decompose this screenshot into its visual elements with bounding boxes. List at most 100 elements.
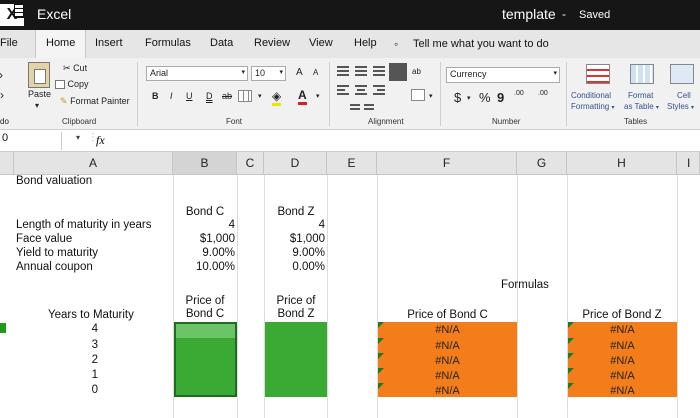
cell-styles-button[interactable]: Cell [677, 91, 691, 100]
label-maturity[interactable]: Length of maturity in years [16, 219, 152, 232]
format-painter-button[interactable]: ✎ Format Painter [60, 96, 130, 107]
bond-c-yield[interactable]: 9.00% [174, 247, 235, 260]
fill-color-icon[interactable]: ◈ [272, 89, 282, 106]
column-header-d[interactable]: D [264, 152, 327, 175]
bond-c-header[interactable]: Bond C [174, 206, 236, 219]
accounting-dropdown-icon[interactable]: ▾ [467, 94, 471, 102]
tab-view[interactable]: View [309, 37, 333, 49]
year-value[interactable]: 4 [14, 323, 98, 336]
tab-help[interactable]: Help [354, 37, 377, 49]
tab-formulas[interactable]: Formulas [145, 37, 191, 49]
bond-z-na-cell[interactable]: #N/A [568, 339, 677, 353]
cell-styles-label[interactable]: Styles ▾ [667, 102, 694, 111]
bond-z-maturity[interactable]: 4 [265, 219, 325, 232]
sheet-title[interactable]: Bond valuation [16, 175, 92, 188]
accounting-format-button[interactable]: $ [454, 90, 461, 105]
bond-c-na-cell[interactable]: #N/A [378, 369, 517, 383]
borders-icon[interactable] [238, 90, 252, 102]
price-bond-c-header-line1[interactable]: Price of [174, 295, 236, 308]
number-format-select[interactable]: Currency ▾ [446, 67, 560, 83]
error-indicator-icon[interactable] [378, 353, 384, 359]
bond-c-na-cell[interactable]: #N/A [378, 354, 517, 368]
error-indicator-icon[interactable] [378, 338, 384, 344]
column-header-c[interactable]: C [237, 152, 264, 175]
column-header-a[interactable]: A [14, 152, 173, 175]
wrap-text-button[interactable]: ab [412, 67, 421, 76]
merge-center-icon[interactable] [411, 89, 425, 101]
year-value[interactable]: 1 [14, 369, 98, 382]
grow-font-button[interactable]: A [296, 67, 303, 78]
bond-c-maturity[interactable]: 4 [174, 219, 235, 232]
paste-dropdown-icon[interactable]: ▾ [35, 101, 39, 110]
formula-input[interactable] [115, 132, 700, 150]
error-indicator-icon[interactable] [568, 383, 574, 389]
formula-bond-c-header[interactable]: Price of Bond C [378, 309, 517, 322]
label-face-value[interactable]: Face value [16, 233, 72, 246]
year-value[interactable]: 2 [14, 354, 98, 367]
error-indicator-icon[interactable] [568, 338, 574, 344]
bond-c-na-cell[interactable]: #N/A [378, 384, 517, 398]
years-to-maturity-header[interactable]: Years to Maturity [48, 309, 134, 322]
bond-z-na-cell[interactable]: #N/A [568, 323, 677, 337]
bond-c-coupon[interactable]: 10.00% [174, 261, 235, 274]
tell-me-search[interactable]: Tell me what you want to do [413, 38, 549, 50]
bond-z-na-cell[interactable]: #N/A [568, 384, 677, 398]
percent-style-button[interactable]: % [479, 90, 491, 105]
label-coupon[interactable]: Annual coupon [16, 261, 93, 274]
price-bond-z-header-line1[interactable]: Price of [265, 295, 327, 308]
paste-button[interactable]: Paste [28, 89, 51, 99]
column-header-i[interactable]: I [677, 152, 700, 175]
borders-dropdown-icon[interactable]: ▾ [258, 92, 262, 100]
orientation-icon[interactable] [389, 63, 407, 81]
bond-z-header[interactable]: Bond Z [265, 206, 327, 219]
conditional-formatting-button[interactable]: Conditional [571, 91, 611, 100]
decrease-decimal-button[interactable]: .00 [538, 90, 548, 97]
shrink-font-button[interactable]: A [313, 68, 318, 77]
double-underline-button[interactable]: D [206, 91, 213, 101]
bond-c-face-value[interactable]: $1,000 [174, 233, 235, 246]
bond-c-na-cell[interactable]: #N/A [378, 339, 517, 353]
formula-bond-z-header[interactable]: Price of Bond Z [567, 309, 677, 322]
tab-home[interactable]: Home [35, 30, 87, 58]
year-value[interactable]: 0 [14, 384, 98, 397]
merge-dropdown-icon[interactable]: ▾ [429, 92, 433, 100]
bond-z-yield[interactable]: 9.00% [265, 247, 325, 260]
format-as-table-button[interactable]: Format [628, 91, 653, 100]
error-indicator-icon[interactable] [378, 368, 384, 374]
bond-z-na-cell[interactable]: #N/A [568, 354, 677, 368]
column-header-b[interactable]: B [173, 152, 237, 175]
underline-button[interactable]: U [186, 91, 193, 101]
year-value[interactable]: 3 [14, 339, 98, 352]
font-name-select[interactable]: Arial ▾ [146, 66, 248, 81]
strikethrough-button[interactable]: ab [222, 91, 232, 101]
error-indicator-icon[interactable] [378, 383, 384, 389]
font-size-select[interactable]: 10 ▾ [251, 66, 286, 81]
column-header-f[interactable]: F [377, 152, 517, 175]
formulas-label[interactable]: Formulas [501, 279, 549, 292]
bold-button[interactable]: B [152, 91, 159, 101]
conditional-formatting-icon[interactable] [586, 64, 610, 84]
column-header-g[interactable]: G [517, 152, 567, 175]
name-box[interactable]: 0 [0, 132, 62, 150]
error-indicator-icon[interactable] [568, 322, 574, 328]
format-as-table-icon[interactable] [630, 64, 654, 84]
error-indicator-icon[interactable] [568, 353, 574, 359]
price-bond-z-input-range[interactable] [265, 322, 327, 397]
select-all-corner[interactable] [0, 152, 14, 175]
comma-style-button[interactable]: 9 [497, 90, 504, 105]
column-header-h[interactable]: H [567, 152, 677, 175]
bond-z-na-cell[interactable]: #N/A [568, 369, 677, 383]
increase-decimal-button[interactable]: .00 [514, 90, 524, 97]
copy-button[interactable]: Copy [55, 79, 89, 90]
tab-insert[interactable]: Insert [95, 37, 123, 49]
name-box-dropdown-icon[interactable]: ▾ [76, 133, 80, 142]
format-as-table-label[interactable]: as Table ▾ [624, 102, 659, 111]
tab-review[interactable]: Review [254, 37, 290, 49]
error-indicator-icon[interactable] [568, 368, 574, 374]
price-bond-c-input-range[interactable] [174, 322, 237, 397]
bond-z-face-value[interactable]: $1,000 [265, 233, 325, 246]
column-header-e[interactable]: E [327, 152, 377, 175]
document-name[interactable]: template [502, 6, 556, 22]
conditional-formatting-label[interactable]: Formatting ▾ [571, 102, 614, 111]
insert-function-button[interactable]: fx [96, 133, 105, 148]
